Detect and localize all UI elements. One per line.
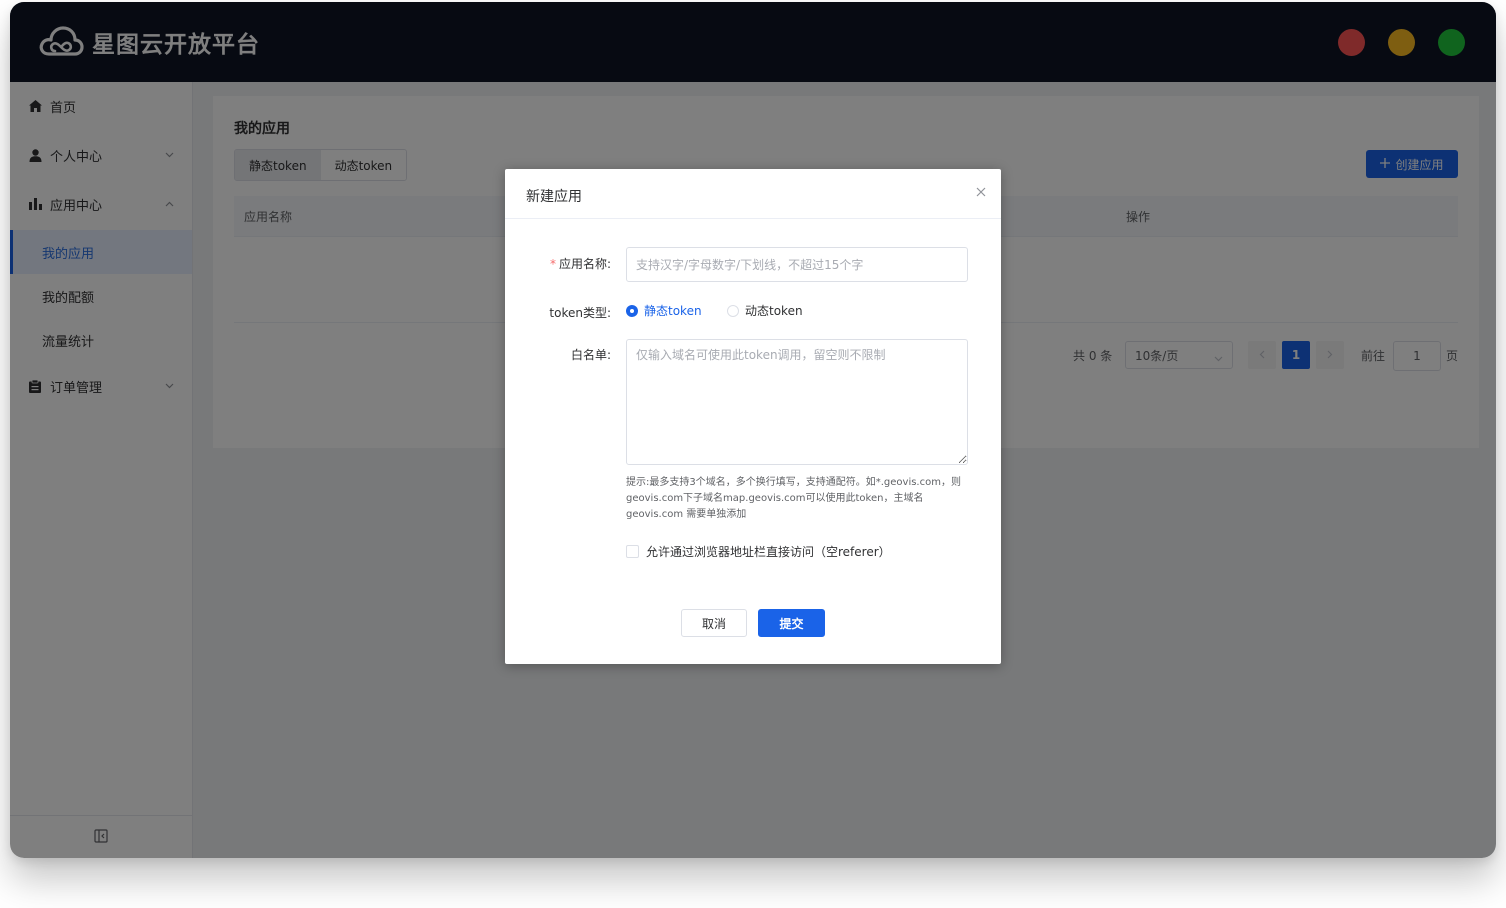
submit-button[interactable]: 提交 — [758, 609, 825, 637]
cancel-button[interactable]: 取消 — [681, 609, 747, 637]
radio-label: 静态token — [644, 304, 702, 318]
radio-static-token[interactable]: 静态token — [626, 302, 702, 319]
app-name-label: * 应用名称: — [491, 255, 611, 272]
whitelist-hint: 提示:最多支持3个域名，多个换行填写，支持通配符。如*.geovis.com，则… — [626, 477, 961, 520]
app-name-label-text: 应用名称: — [558, 257, 611, 271]
dialog-divider — [505, 218, 1001, 219]
close-icon[interactable] — [975, 183, 987, 197]
required-asterisk: * — [549, 257, 556, 271]
checkbox-icon — [626, 545, 639, 558]
app-window: 星图云开放平台 首页 个人中心 应用中心 — [10, 2, 1496, 858]
radio-label: 动态token — [745, 304, 803, 318]
radio-unchecked-icon — [727, 304, 739, 317]
token-type-label: token类型: — [549, 306, 611, 320]
whitelist-textarea[interactable] — [626, 339, 968, 465]
checkbox-label: 允许通过浏览器地址栏直接访问（空referer） — [646, 545, 891, 559]
radio-checked-icon — [626, 304, 638, 317]
create-app-dialog: 新建应用 *应用名称: token类型: 静态token 动态token 白名单… — [505, 169, 1001, 664]
app-name-input[interactable] — [626, 247, 968, 282]
whitelist-label: 白名单: — [570, 348, 611, 362]
dialog-title: 新建应用 — [526, 189, 582, 205]
allow-empty-referer-checkbox[interactable]: 允许通过浏览器地址栏直接访问（空referer） — [626, 543, 891, 560]
radio-dynamic-token[interactable]: 动态token — [727, 302, 803, 319]
